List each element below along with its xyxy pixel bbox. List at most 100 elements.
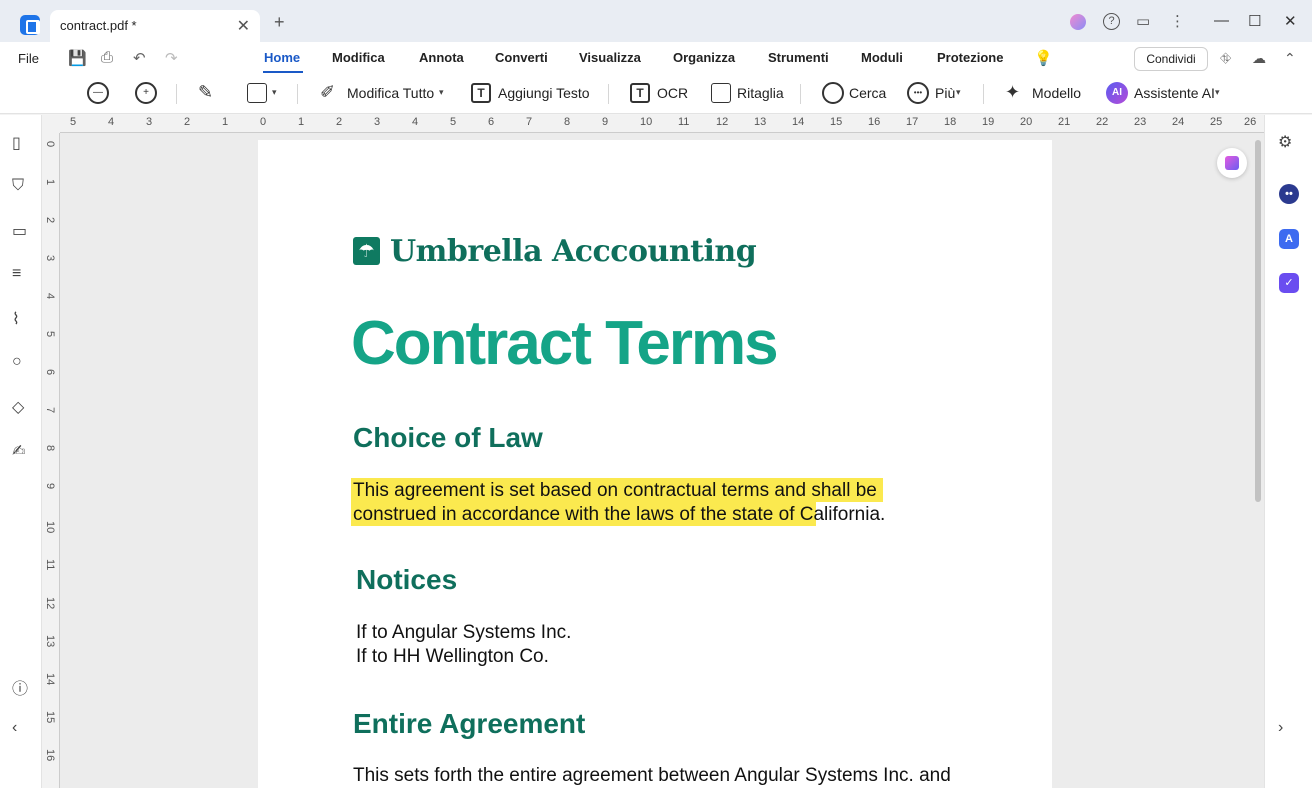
minimize-button[interactable]: —: [1214, 12, 1229, 29]
ruler-tick: 12: [44, 597, 56, 610]
help-icon[interactable]: ⓘ: [12, 675, 28, 699]
cloud-upload-icon[interactable]: ☁: [1252, 50, 1266, 67]
properties-icon[interactable]: ⚙: [1278, 132, 1292, 152]
edit-all-button[interactable]: Modifica Tutto: [347, 85, 434, 101]
document-title[interactable]: Contract Terms: [351, 308, 779, 379]
undo-icon[interactable]: ↶: [133, 49, 146, 67]
search-icon[interactable]: [822, 82, 844, 104]
menu-protezione[interactable]: Protezione: [937, 50, 1003, 65]
menu-organizza[interactable]: Organizza: [673, 50, 735, 65]
collapse-ribbon-icon[interactable]: ⌃: [1284, 50, 1296, 67]
more-button[interactable]: Più: [935, 85, 955, 101]
add-text-icon[interactable]: T: [471, 83, 491, 103]
document-tab[interactable]: contract.pdf * ✕: [50, 10, 260, 42]
file-menu[interactable]: File: [18, 51, 39, 66]
ruler-tick: 2: [184, 116, 191, 128]
attachment-icon[interactable]: ⌇: [12, 309, 20, 329]
ruler-tick: 16: [44, 749, 56, 762]
menu-annota[interactable]: Annota: [419, 50, 464, 65]
collapse-left-icon[interactable]: ‹: [12, 719, 17, 737]
ai-assistant-dropdown-icon[interactable]: ▾: [1215, 87, 1220, 98]
menu-converti[interactable]: Converti: [495, 50, 548, 65]
more-options-icon[interactable]: ⋮: [1170, 12, 1185, 30]
edit-all-icon[interactable]: ✐: [320, 82, 335, 103]
paragraph-line[interactable]: If to HH Wellington Co.: [356, 645, 549, 669]
paragraph-line[interactable]: construed in accordance with the laws of…: [353, 503, 885, 527]
section-heading[interactable]: Entire Agreement: [353, 708, 585, 740]
active-tab-indicator: [263, 71, 303, 73]
ocr-icon[interactable]: T: [630, 83, 650, 103]
tab-close-icon[interactable]: ✕: [237, 16, 250, 36]
ruler-tick: 24: [1172, 116, 1185, 128]
menu-moduli[interactable]: Moduli: [861, 50, 903, 65]
ruler-tick: 10: [44, 521, 56, 534]
layers-list-icon[interactable]: ≡: [12, 265, 21, 283]
lightbulb-icon[interactable]: 💡: [1034, 49, 1053, 67]
paragraph-line[interactable]: This sets forth the entire agreement bet…: [353, 764, 951, 788]
more-dropdown-icon[interactable]: ▾: [956, 87, 961, 98]
paragraph-line[interactable]: If to Angular Systems Inc.: [356, 621, 571, 645]
feedback-icon[interactable]: ▭: [1136, 12, 1150, 30]
menu-home[interactable]: Home: [264, 50, 300, 65]
ruler-tick: 13: [754, 116, 767, 128]
workflow-icon[interactable]: ⛗: [1220, 50, 1231, 67]
ruler-tick: 11: [44, 559, 56, 571]
ruler-tick: 15: [830, 116, 843, 128]
ai-assistant-icon[interactable]: AI: [1106, 82, 1128, 104]
print-icon[interactable]: ⎙: [101, 49, 113, 66]
ruler-tick: 21: [1058, 116, 1071, 128]
crop-icon[interactable]: [711, 83, 731, 103]
shape-dropdown-icon[interactable]: ▾: [272, 87, 277, 98]
section-heading[interactable]: Notices: [356, 564, 457, 596]
translate-icon[interactable]: A: [1279, 229, 1299, 249]
signature-icon[interactable]: ✍: [12, 441, 25, 461]
bookmark-icon[interactable]: ⛉: [12, 177, 24, 195]
menu-strumenti[interactable]: Strumenti: [768, 50, 829, 65]
page-icon[interactable]: ▯: [12, 133, 21, 153]
ruler-tick: 2: [44, 217, 56, 224]
zoom-out-icon[interactable]: —: [87, 82, 109, 104]
paragraph-line[interactable]: This agreement is set based on contractu…: [353, 479, 877, 503]
redo-icon[interactable]: ↷: [165, 49, 178, 67]
horizontal-ruler: 5 4 3 2 1 0 1 2 3 4 5 6 7 8 9 10 11 12 1…: [60, 115, 1264, 133]
add-text-button[interactable]: Aggiungi Testo: [498, 85, 590, 101]
menu-modifica[interactable]: Modifica: [332, 50, 385, 65]
more-icon[interactable]: •••: [907, 82, 929, 104]
highlight-icon[interactable]: ✎: [198, 82, 213, 103]
zoom-in-icon[interactable]: +: [135, 82, 157, 104]
template-icon[interactable]: ✦: [1005, 82, 1020, 103]
template-button[interactable]: Modello: [1032, 85, 1081, 101]
vertical-ruler: 0 1 2 3 4 5 6 7 8 9 10 11 12 13 14 15 16: [42, 133, 60, 788]
search-button[interactable]: Cerca: [849, 85, 886, 101]
ocr-button[interactable]: OCR: [657, 85, 688, 101]
menu-visualizza[interactable]: Visualizza: [579, 50, 641, 65]
help-icon[interactable]: ?: [1103, 13, 1120, 30]
new-tab-icon[interactable]: +: [274, 12, 285, 33]
floating-ai-button[interactable]: [1217, 148, 1247, 178]
comment-icon[interactable]: ▭: [12, 221, 27, 241]
section-heading[interactable]: Choice of Law: [353, 422, 543, 454]
close-window-button[interactable]: ✕: [1284, 12, 1297, 30]
ruler-tick: 17: [906, 116, 919, 128]
crop-button[interactable]: Ritaglia: [737, 85, 784, 101]
ruler-tick: 5: [450, 116, 457, 128]
share-button[interactable]: Condividi: [1134, 47, 1208, 71]
ruler-tick: 12: [716, 116, 729, 128]
edit-all-dropdown-icon[interactable]: ▾: [439, 87, 444, 98]
maximize-button[interactable]: ☐: [1248, 12, 1261, 30]
ai-assistant-button[interactable]: Assistente AI: [1134, 85, 1215, 101]
task-icon[interactable]: ✓: [1279, 273, 1299, 293]
save-icon[interactable]: 💾: [68, 49, 87, 67]
ruler-tick: 9: [602, 116, 609, 128]
ruler-tick: 6: [44, 369, 56, 376]
vertical-scrollbar[interactable]: [1255, 140, 1261, 502]
search-icon[interactable]: ○: [12, 353, 22, 371]
account-avatar-icon[interactable]: [1070, 14, 1086, 30]
chatbot-icon[interactable]: ••: [1279, 184, 1299, 204]
shape-icon[interactable]: [247, 83, 267, 103]
stack-icon[interactable]: ◇: [12, 397, 24, 417]
ruler-tick: 7: [526, 116, 533, 128]
ruler-tick: 13: [44, 635, 56, 648]
company-name[interactable]: Umbrella Acccounting: [390, 234, 757, 269]
expand-right-icon[interactable]: ›: [1278, 719, 1283, 737]
